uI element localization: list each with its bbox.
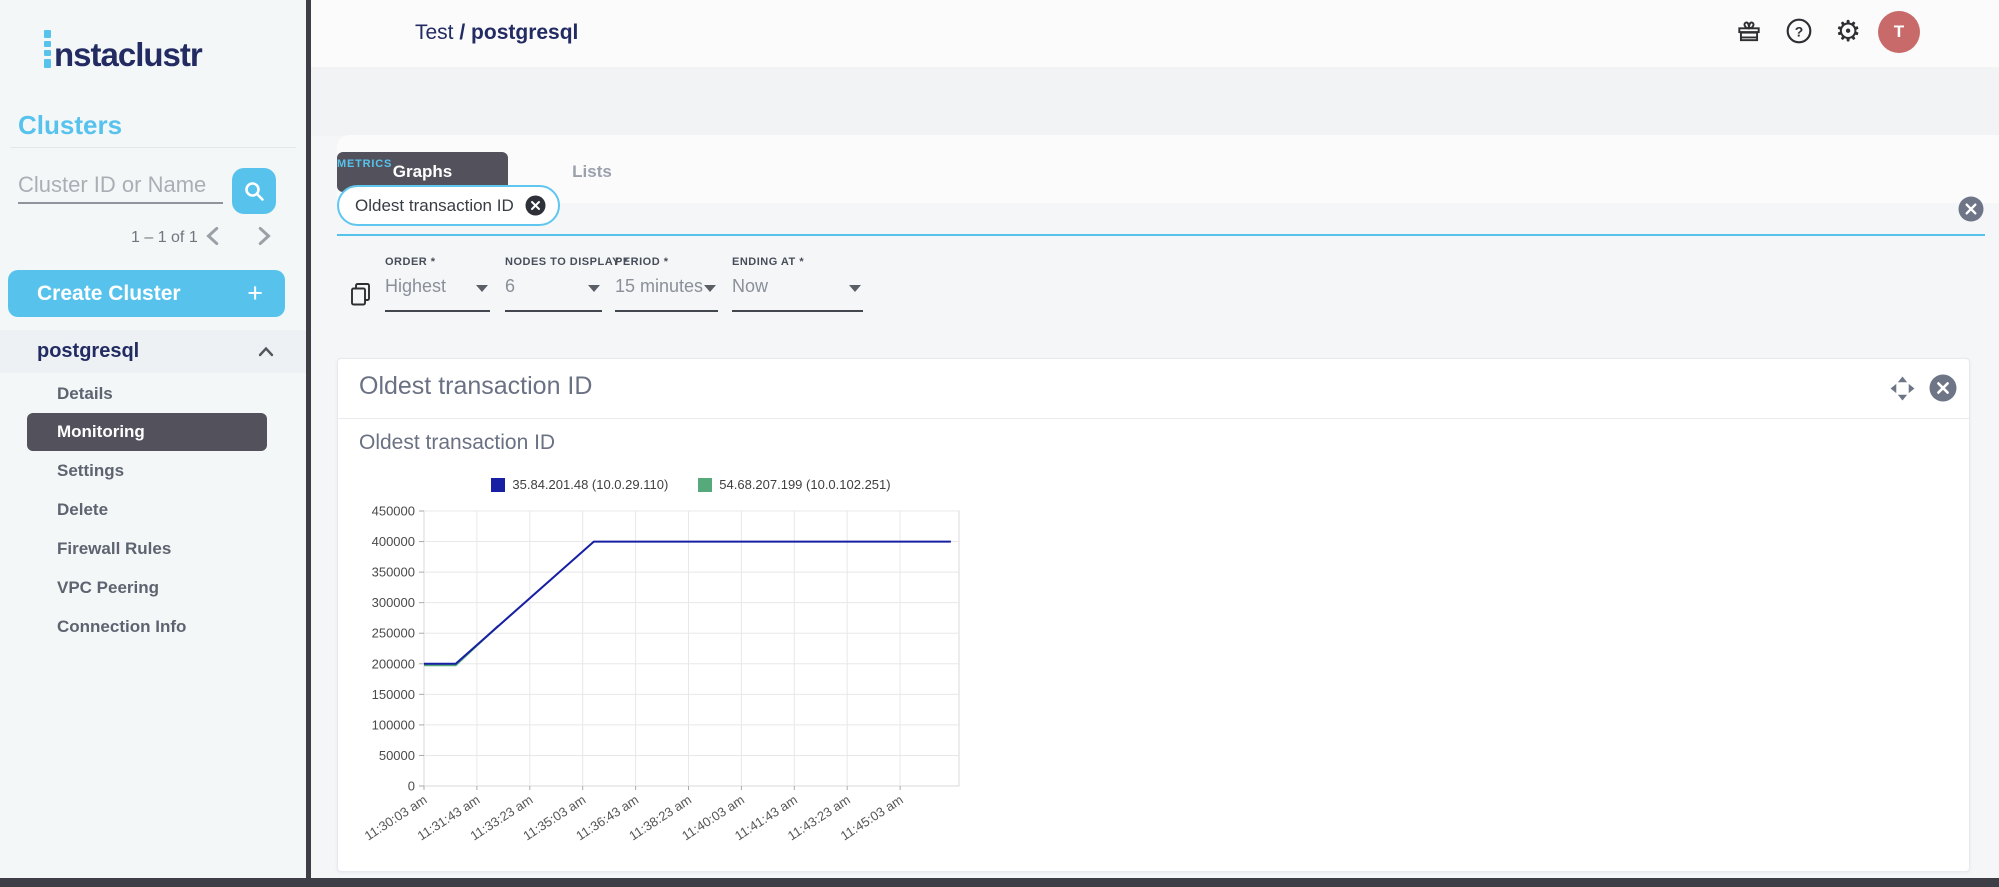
- control-label: NODES TO DISPLAY *: [505, 256, 602, 268]
- y-axis-label: 50000: [379, 748, 415, 763]
- sidebar-item-connection-info[interactable]: Connection Info: [0, 607, 306, 646]
- logo-i-icon: [44, 30, 51, 68]
- avatar-initial: T: [1894, 22, 1904, 42]
- legend-item: 35.84.201.48 (10.0.29.110): [491, 477, 668, 492]
- control-value[interactable]: Now: [732, 276, 768, 297]
- close-icon[interactable]: [1929, 374, 1957, 402]
- card-title: Oldest transaction ID: [359, 372, 592, 401]
- metric-chip[interactable]: Oldest transaction ID: [337, 185, 560, 226]
- control-ending-at[interactable]: ENDING AT * Now: [732, 256, 863, 312]
- y-axis-label: 300000: [372, 595, 415, 610]
- metrics-label: METRICS: [337, 158, 392, 170]
- logo-text: nstaclustr: [54, 38, 202, 71]
- chart-title: Oldest transaction ID: [359, 431, 555, 455]
- cluster-search-input[interactable]: [18, 168, 223, 204]
- control-period[interactable]: PERIOD * 15 minutes: [615, 256, 718, 312]
- chevron-right-icon[interactable]: [252, 225, 274, 247]
- line-chart: 0 50000 100000 150000 200000 250000 300000 3500…: [361, 499, 1021, 851]
- control-value[interactable]: Highest: [385, 276, 446, 297]
- svg-text:?: ?: [1795, 23, 1804, 39]
- avatar[interactable]: T: [1878, 11, 1920, 53]
- legend-label: 35.84.201.48 (10.0.29.110): [512, 477, 668, 492]
- legend-label: 54.68.207.199 (10.0.102.251): [719, 477, 890, 492]
- sidebar-item-firewall-rules[interactable]: Firewall Rules: [0, 529, 306, 568]
- sidebar-item-details[interactable]: Details: [0, 374, 306, 413]
- y-axis-label: 450000: [372, 504, 415, 519]
- clusters-heading: Clusters: [18, 110, 122, 141]
- dropdown-arrow-icon[interactable]: [588, 285, 600, 292]
- chevron-left-icon[interactable]: [203, 225, 225, 247]
- bottom-edge-band: [0, 878, 1999, 887]
- legend-item: 54.68.207.199 (10.0.102.251): [698, 477, 890, 492]
- metrics-underline: [337, 234, 1985, 236]
- control-order[interactable]: ORDER * Highest: [385, 256, 490, 312]
- tab-row: GraphsLists: [311, 67, 1999, 136]
- y-axis-label: 350000: [372, 565, 415, 580]
- control-value[interactable]: 6: [505, 276, 515, 297]
- y-axis-label: 0: [408, 779, 415, 794]
- gear-icon[interactable]: ⚙: [1835, 17, 1863, 45]
- legend-swatch: [698, 478, 712, 492]
- divider: [338, 418, 1969, 419]
- copy-icon[interactable]: [348, 281, 373, 308]
- y-axis-label: 200000: [372, 656, 415, 671]
- metric-chip-label: Oldest transaction ID: [355, 196, 514, 216]
- search-button[interactable]: [232, 168, 276, 214]
- top-header: Test / postgresql ? ⚙ T: [311, 0, 1999, 67]
- y-axis-label: 100000: [372, 717, 415, 732]
- breadcrumb-parent[interactable]: Test: [415, 21, 454, 44]
- breadcrumb[interactable]: Test / postgresql: [415, 21, 578, 45]
- sidebar-cluster-postgresql[interactable]: postgresql: [0, 330, 306, 373]
- control-nodes-to-display[interactable]: NODES TO DISPLAY * 6: [505, 256, 602, 312]
- search-icon: [243, 180, 266, 203]
- y-axis-label: 150000: [372, 687, 415, 702]
- sidebar-item-settings[interactable]: Settings: [0, 451, 306, 490]
- control-label: ENDING AT *: [732, 256, 863, 268]
- control-label: PERIOD *: [615, 256, 718, 268]
- sidebar: nstaclustr Clusters 1 – 1 of 1 Create Cl…: [0, 0, 306, 887]
- move-icon[interactable]: [1889, 375, 1916, 402]
- y-axis-label: 400000: [372, 534, 415, 549]
- remove-chip-icon[interactable]: [525, 195, 546, 216]
- dropdown-arrow-icon[interactable]: [476, 285, 488, 292]
- pagination-label: 1 – 1 of 1: [131, 229, 198, 247]
- create-cluster-button[interactable]: Create Cluster +: [8, 270, 285, 317]
- chart-legend: 35.84.201.48 (10.0.29.110) 54.68.207.199 …: [361, 477, 1021, 492]
- cluster-name: postgresql: [37, 340, 139, 363]
- control-value[interactable]: 15 minutes: [615, 276, 703, 297]
- plus-icon: +: [247, 280, 263, 307]
- divider: [10, 147, 296, 148]
- create-cluster-label: Create Cluster: [37, 282, 181, 306]
- dropdown-arrow-icon[interactable]: [849, 285, 861, 292]
- plot-area: [424, 511, 959, 786]
- breadcrumb-current: postgresql: [471, 21, 578, 44]
- help-icon[interactable]: ?: [1785, 17, 1813, 45]
- tab-bar: GraphsLists: [337, 135, 1999, 203]
- graph-card: Oldest transaction ID Oldest transaction…: [337, 358, 1970, 872]
- sidebar-item-monitoring[interactable]: Monitoring: [27, 413, 267, 451]
- breadcrumb-separator: /: [459, 21, 465, 44]
- gift-icon[interactable]: [1735, 17, 1763, 45]
- clear-metrics-icon[interactable]: [1958, 196, 1984, 222]
- sidebar-menu: DetailsMonitoringSettingsDeleteFirewall …: [0, 374, 306, 646]
- dropdown-arrow-icon[interactable]: [704, 285, 716, 292]
- chevron-up-icon[interactable]: [258, 346, 274, 357]
- sidebar-item-vpc-peering[interactable]: VPC Peering: [0, 568, 306, 607]
- instaclustr-logo[interactable]: nstaclustr: [44, 30, 202, 71]
- legend-swatch: [491, 478, 505, 492]
- y-axis-label: 250000: [372, 626, 415, 641]
- main-area: Test / postgresql ? ⚙ T GraphsLists METR…: [311, 0, 1999, 887]
- sidebar-item-delete[interactable]: Delete: [0, 490, 306, 529]
- control-label: ORDER *: [385, 256, 490, 268]
